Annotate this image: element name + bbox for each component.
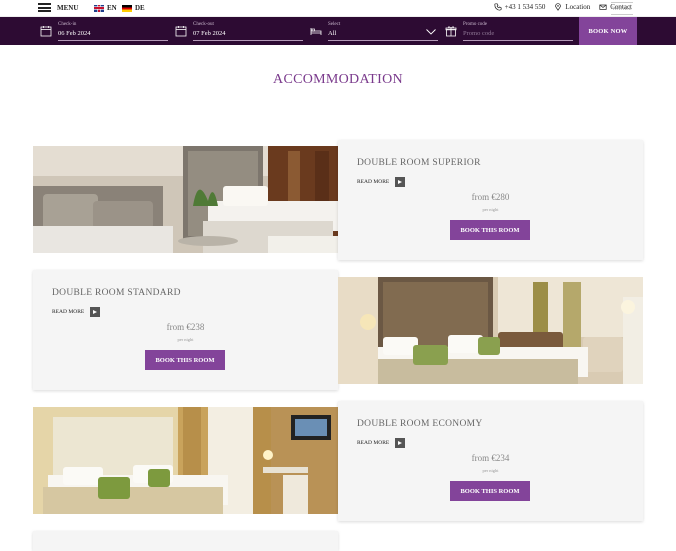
select-underline <box>328 40 438 41</box>
checkout-value: 07 Feb 2024 <box>193 30 226 37</box>
read-more-link[interactable]: READ MORE <box>52 307 101 317</box>
de-flag-icon <box>122 4 132 12</box>
arrow-right-icon <box>395 177 406 187</box>
bed-icon <box>310 28 322 35</box>
calendar-icon <box>175 26 187 37</box>
page-title: ACCOMMODATION <box>273 72 403 87</box>
book-room-button[interactable]: BOOK THIS ROOM <box>450 481 530 501</box>
read-more-label: READ MORE <box>357 440 390 446</box>
read-more-label: READ MORE <box>357 179 390 185</box>
map-pin-icon <box>555 3 562 11</box>
arrow-right-icon <box>395 438 406 448</box>
chevron-down-icon <box>426 29 436 35</box>
checkin-label: Check-in <box>58 22 77 27</box>
room-card-economy: DOUBLE ROOM ECONOMY READ MORE from €234 … <box>338 401 643 521</box>
arrow-right-icon <box>90 307 101 317</box>
top-bar: MENU EN DE +43 1 534 550 Location Contac… <box>0 0 676 17</box>
room-price: from €280 <box>471 192 510 202</box>
gift-icon <box>445 26 457 37</box>
language-en-label: EN <box>107 4 117 12</box>
book-room-button[interactable]: BOOK THIS ROOM <box>450 220 530 240</box>
promo-field[interactable]: Promo code Promo code <box>445 21 575 41</box>
location-label: Location <box>565 3 591 11</box>
room-photo-superior[interactable] <box>33 146 338 253</box>
read-more-link[interactable]: READ MORE <box>357 177 406 187</box>
room-select[interactable]: Select All <box>310 21 438 41</box>
room-price: from €238 <box>166 322 205 332</box>
select-value: All <box>328 30 337 37</box>
book-room-button[interactable]: BOOK THIS ROOM <box>145 350 225 370</box>
promo-underline <box>463 40 573 41</box>
promo-input[interactable]: Promo code <box>463 30 494 37</box>
calendar-icon <box>40 26 52 37</box>
price-unit: per night <box>482 207 499 212</box>
language-de[interactable]: DE <box>122 4 145 12</box>
room-title: DOUBLE ROOM SUPERIOR <box>357 158 481 168</box>
room-card-standard: DOUBLE ROOM STANDARD READ MORE from €238… <box>33 270 338 390</box>
phone-link[interactable]: +43 1 534 550 <box>494 3 546 11</box>
booking-bar: Check-in 06 Feb 2024 Check-out 07 Feb 20… <box>0 17 676 45</box>
read-more-link[interactable]: READ MORE <box>357 438 406 448</box>
hamburger-icon <box>38 3 51 12</box>
phone-icon <box>494 3 502 11</box>
price-unit: per night <box>482 468 499 473</box>
checkin-value: 06 Feb 2024 <box>58 30 91 37</box>
language-de-label: DE <box>135 4 145 12</box>
uk-flag-icon <box>94 4 104 12</box>
select-label: Select <box>328 22 341 27</box>
room-card-superior: DOUBLE ROOM SUPERIOR READ MORE from €280… <box>338 140 643 260</box>
checkin-underline <box>58 40 168 41</box>
menu-button[interactable]: MENU <box>38 3 78 12</box>
room-card-next <box>33 531 338 551</box>
promo-label: Promo code <box>463 22 488 27</box>
price-unit: per night <box>177 337 194 342</box>
hotel-logo[interactable]: WANDL <box>611 2 633 15</box>
read-more-label: READ MORE <box>52 309 85 315</box>
room-photo-standard[interactable] <box>338 277 643 384</box>
language-en[interactable]: EN <box>94 4 117 12</box>
location-link[interactable]: Location <box>554 3 590 11</box>
checkout-label: Check-out <box>193 22 214 27</box>
phone-number: +43 1 534 550 <box>504 3 546 11</box>
room-title: DOUBLE ROOM ECONOMY <box>357 419 483 429</box>
room-photo-economy[interactable] <box>33 407 338 514</box>
mail-icon <box>599 4 607 10</box>
book-now-button[interactable]: BOOK NOW <box>579 17 637 45</box>
room-price: from €234 <box>471 453 510 463</box>
logo-text: WANDL <box>612 7 632 12</box>
menu-label: MENU <box>57 3 79 12</box>
checkin-field[interactable]: Check-in 06 Feb 2024 <box>40 21 168 41</box>
checkout-field[interactable]: Check-out 07 Feb 2024 <box>175 21 303 41</box>
room-title: DOUBLE ROOM STANDARD <box>52 288 181 298</box>
checkout-underline <box>193 40 303 41</box>
